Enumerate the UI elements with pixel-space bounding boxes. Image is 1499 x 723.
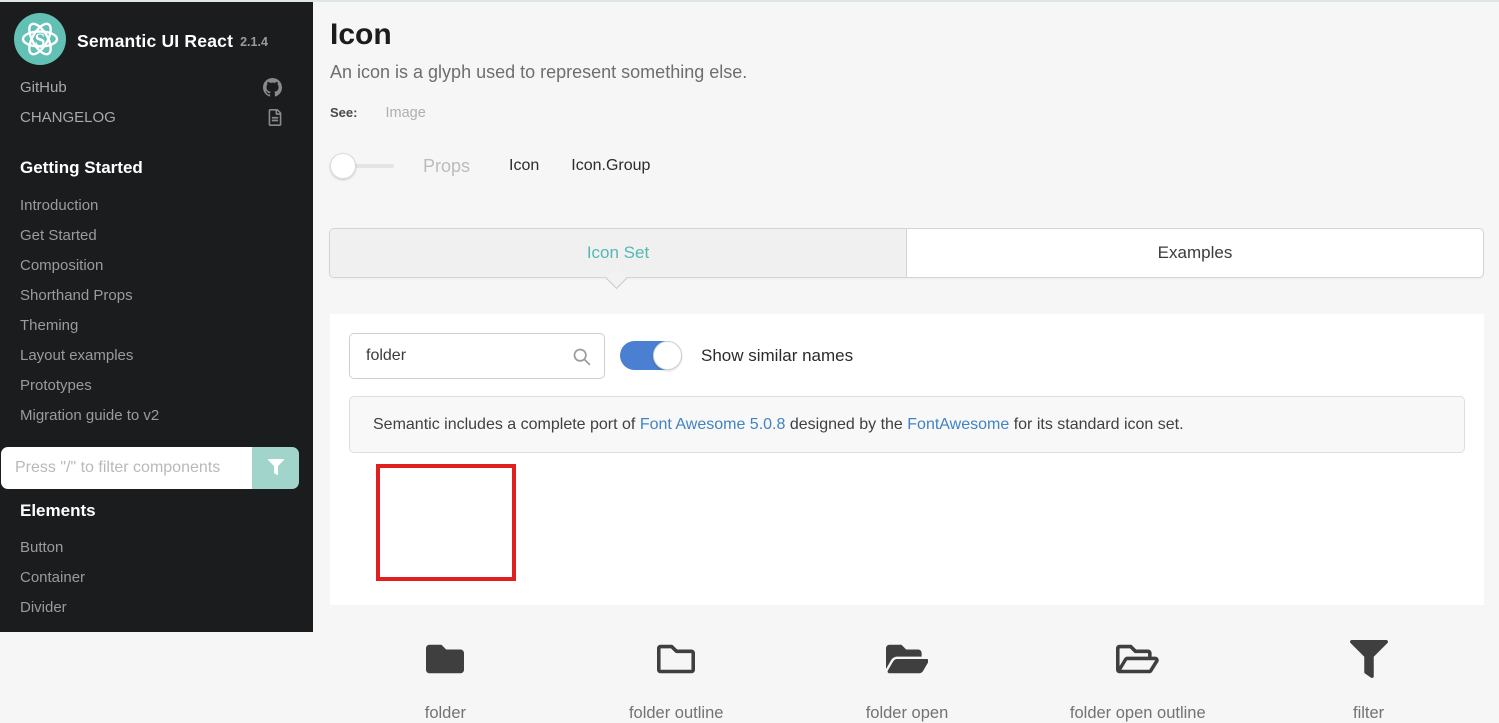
sidebar-link-changelog[interactable]: CHANGELOG	[0, 102, 313, 132]
changelog-link-label: CHANGELOG	[20, 109, 116, 126]
github-icon	[263, 78, 282, 97]
main-content: Icon An icon is a glyph used to represen…	[313, 0, 1499, 632]
icon-result-label: folder open outline	[1070, 704, 1206, 723]
folder-open-outline-icon	[1116, 638, 1159, 680]
brand-title: Semantic UI React	[77, 31, 233, 52]
icon-result-label: folder open	[866, 704, 949, 723]
search-icon	[571, 346, 592, 372]
folder-icon	[426, 638, 464, 680]
component-filter	[1, 447, 299, 489]
sidebar-item-layout-examples[interactable]: Layout examples	[0, 340, 313, 370]
sidebar-item-divider[interactable]: Divider	[0, 592, 313, 622]
page-title: Icon	[330, 18, 392, 52]
funnel-icon	[268, 459, 284, 478]
annotation-highlight-box	[376, 464, 516, 581]
font-awesome-version-link[interactable]: Font Awesome 5.0.8	[640, 416, 786, 433]
icon-result-folder[interactable]: folder	[330, 614, 561, 723]
props-nav-row: Props Icon Icon.Group	[330, 152, 650, 180]
see-label: See:	[330, 105, 357, 120]
sidebar-item-prototypes[interactable]: Prototypes	[0, 370, 313, 400]
icon-result-label: filter	[1353, 704, 1384, 723]
sidebar-item-theming[interactable]: Theming	[0, 310, 313, 340]
font-awesome-link[interactable]: FontAwesome	[907, 416, 1009, 433]
brand-version: 2.1.4	[240, 35, 268, 49]
brand[interactable]: S Semantic UI React 2.1.4	[14, 13, 268, 70]
icon-result-label: folder outline	[629, 704, 723, 723]
message-text: Semantic includes a complete port of	[373, 416, 640, 433]
sidebar-link-github[interactable]: GitHub	[0, 72, 313, 102]
props-label: Props	[423, 156, 470, 177]
icon-result-filter[interactable]: filter	[1253, 614, 1484, 723]
sidebar-item-container[interactable]: Container	[0, 562, 313, 592]
show-similar-label: Show similar names	[701, 346, 853, 366]
file-icon	[268, 109, 282, 126]
sidebar-item-migration-guide[interactable]: Migration guide to v2	[0, 400, 313, 430]
icon-result-folder-outline[interactable]: folder outline	[561, 614, 792, 723]
icon-results-grid: folder folder outline folder open	[330, 464, 1484, 594]
icon-result-label: folder	[425, 704, 466, 723]
icon-result-folder-open-outline[interactable]: folder open outline	[1022, 614, 1253, 723]
component-filter-input[interactable]	[1, 447, 252, 489]
toggle-knob-icon	[653, 341, 682, 370]
message-text: for its standard icon set.	[1009, 416, 1183, 433]
props-link-icon-group[interactable]: Icon.Group	[571, 157, 650, 175]
see-also-row: See: Image	[330, 105, 426, 121]
message-text: designed by the	[785, 416, 907, 433]
sidebar-section-elements: Elements	[20, 501, 96, 521]
page-subtitle: An icon is a glyph used to represent som…	[330, 62, 747, 83]
sidebar-item-composition[interactable]: Composition	[0, 250, 313, 280]
icon-search-field	[349, 333, 605, 379]
show-similar-toggle[interactable]	[620, 341, 682, 370]
window-top-edge	[0, 0, 1499, 2]
component-filter-button[interactable]	[252, 447, 299, 489]
sidebar-item-shorthand-props[interactable]: Shorthand Props	[0, 280, 313, 310]
props-toggle-slider[interactable]	[330, 152, 396, 180]
semantic-ui-logo-icon: S	[14, 13, 66, 70]
sidebar-item-button[interactable]: Button	[0, 532, 313, 562]
icon-set-pane: Show similar names Semantic includes a c…	[330, 314, 1484, 605]
see-link-image[interactable]: Image	[385, 105, 425, 121]
tab-menu: Icon Set Examples	[329, 228, 1484, 278]
sidebar-item-get-started[interactable]: Get Started	[0, 220, 313, 250]
icon-search-input[interactable]	[350, 334, 604, 378]
tab-examples[interactable]: Examples	[907, 229, 1483, 277]
sidebar: S Semantic UI React 2.1.4 GitHub CHANGEL…	[0, 0, 313, 632]
svg-text:S: S	[35, 30, 46, 51]
filter-icon	[1350, 638, 1388, 680]
github-link-label: GitHub	[20, 79, 67, 96]
props-link-icon[interactable]: Icon	[509, 157, 539, 175]
folder-outline-icon	[657, 638, 695, 680]
folder-open-icon	[886, 638, 929, 680]
font-awesome-message: Semantic includes a complete port of Fon…	[349, 396, 1465, 453]
sidebar-section-getting-started: Getting Started	[20, 158, 143, 178]
sidebar-item-introduction[interactable]: Introduction	[0, 190, 313, 220]
icon-result-folder-open[interactable]: folder open	[792, 614, 1023, 723]
